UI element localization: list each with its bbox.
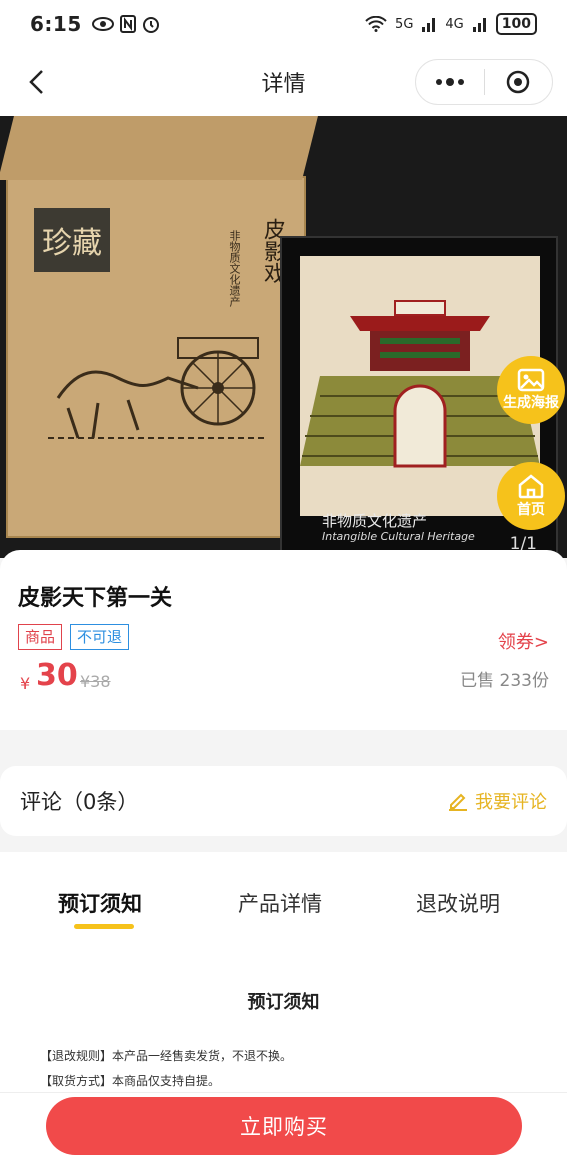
currency-symbol: ¥ [20,674,31,693]
notice-line: 【退改规则】本产品一经售卖发货，不退不换。 [40,1049,293,1063]
gift-box-image: 珍藏 皮影戏 非物质文化遗产 [0,116,318,538]
tab-active-indicator [74,924,134,929]
notice-title: 预订须知 [247,992,320,1013]
pencil-icon [449,793,467,811]
product-info-card: 皮影天下第一关 商品 不可退 领券> ¥ 30 ¥38 已售 233份 [0,550,567,730]
box-label: 珍藏 [34,208,110,272]
chariot-illustration [48,337,268,439]
back-button[interactable] [18,64,54,100]
signal-4g-icon [472,18,486,32]
signal-4g-label: 4G [445,16,464,32]
close-mini-program-button[interactable] [485,59,553,105]
home-icon [518,474,544,499]
generate-poster-label: 生成海报 [503,395,559,411]
buy-now-button[interactable]: 立即购买 [46,1097,522,1155]
chevron-left-icon [29,70,43,94]
status-bar: 6:15 5G 4G 100 [0,0,567,48]
product-name: 皮影天下第一关 [18,586,173,611]
frame-caption-en: Intangible Cultural Heritage [322,530,475,543]
box-subtitle: 非物质文化遗产 [228,230,241,307]
tab-booking-notice[interactable]: 预订须知 [58,888,142,918]
status-time: 6:15 [30,12,82,36]
detail-tabs-section: 预订须知 产品详情 退改说明 预订须知 【退改规则】本产品一经售卖发货，不退不换… [0,852,567,1102]
page-title: 详情 [261,72,306,97]
nav-bar: 详情 [0,48,567,116]
target-icon [507,70,530,94]
signal-5g-icon [422,18,436,32]
comments-title: 评论（0条） [20,790,139,814]
write-comment-label: 我要评论 [475,792,547,813]
battery-indicator: 100 [495,13,537,35]
product-image-carousel[interactable]: 珍藏 皮影戏 非物质文化遗产 非物质文化遗产 Intangible Cultur… [0,116,567,558]
tag-no-return: 不可退 [70,624,130,650]
sold-count: 已售 233份 [460,671,549,691]
tab-product-details[interactable]: 产品详情 [238,888,322,918]
tag-goods: 商品 [18,624,63,650]
get-coupon-link[interactable]: 领券> [498,628,549,654]
home-button[interactable]: 首页 [497,462,565,530]
tab-refund-policy[interactable]: 退改说明 [416,888,500,918]
mini-program-capsule [415,59,553,105]
image-icon [517,368,545,392]
signal-5g-label: 5G [395,16,414,32]
eye-icon [91,17,114,31]
original-price: ¥38 [80,672,111,691]
alarm-icon [142,17,159,33]
home-label: 首页 [517,502,545,518]
generate-poster-button[interactable]: 生成海报 [497,356,565,424]
notice-line: 【取货方式】本商品仅支持自提。 [40,1074,221,1088]
more-button[interactable] [416,59,484,105]
frame-caption: 非物质文化遗产 [322,512,428,530]
wifi-icon [365,16,387,32]
price: 30 [36,658,78,693]
bottom-action-bar: 立即购买 [0,1092,567,1157]
comments-card: 评论（0条） 我要评论 [0,766,567,836]
more-dots-icon [435,78,464,86]
status-right: 5G 4G 100 [365,13,537,35]
status-left-icons [91,15,160,33]
write-comment-button[interactable]: 我要评论 [447,788,547,814]
box-lid [0,116,318,180]
nfc-icon [119,15,136,33]
